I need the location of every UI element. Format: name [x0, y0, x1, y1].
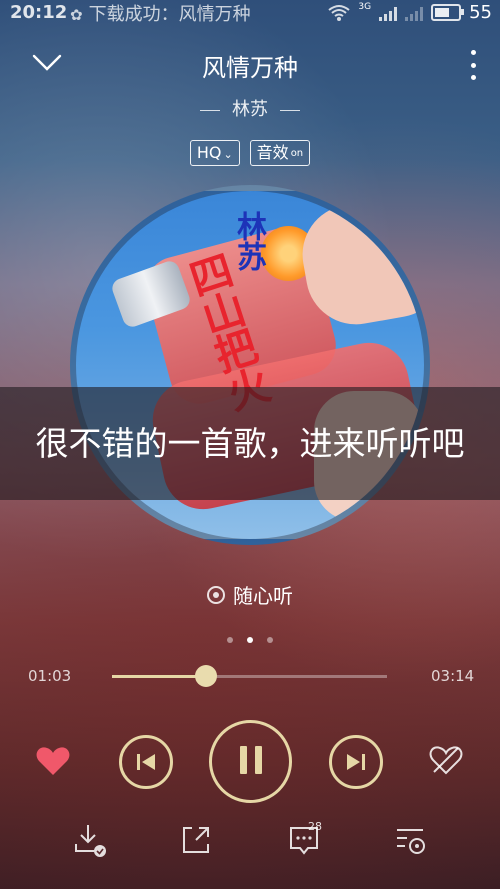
pause-icon — [236, 745, 266, 778]
progress-played — [112, 675, 206, 678]
effect-state: on — [290, 148, 304, 159]
page-dot — [267, 637, 273, 643]
status-time: 20:12 — [10, 2, 68, 23]
artist-row[interactable]: 林苏 — [0, 95, 500, 121]
playlist-icon — [397, 829, 425, 854]
badge-row: HQ ⌄ 音效 on — [0, 140, 500, 166]
total-time: 03:14 — [431, 667, 475, 685]
sound-effect-button[interactable]: 音效 on — [249, 140, 311, 166]
song-title: 风情万种 — [202, 54, 298, 82]
next-button[interactable] — [329, 735, 383, 789]
status-right: 3G 55 — [328, 2, 492, 23]
signal-icon — [379, 5, 398, 21]
status-bar: 20:12 ✿ 下载成功：风情万种 3G 55 — [0, 0, 500, 30]
download-button[interactable] — [72, 822, 108, 858]
comment-count: 28 — [308, 820, 322, 833]
page-dot-active — [247, 637, 253, 643]
wifi-icon — [328, 4, 351, 21]
next-icon — [347, 754, 365, 770]
heart-icon[interactable] — [36, 745, 70, 777]
share-button[interactable] — [178, 822, 214, 858]
artist-name: 林苏 — [232, 99, 268, 120]
bottom-toolbar — [0, 822, 500, 862]
radio-label: 随心听 — [233, 584, 293, 608]
progress-bar[interactable] — [112, 665, 387, 687]
share-icon — [183, 827, 209, 853]
signal2-icon — [405, 5, 424, 21]
download-icon — [75, 825, 106, 857]
more-vertical-icon[interactable] — [468, 50, 478, 80]
page-dot — [227, 637, 233, 643]
status-notification: ✿ 下载成功：风情万种 — [70, 0, 251, 26]
heart-broken-icon[interactable] — [428, 744, 464, 776]
quality-button[interactable]: HQ ⌄ — [189, 140, 240, 166]
previous-icon — [137, 754, 155, 770]
chevron-down-small-icon: ⌄ — [223, 148, 233, 161]
battery-icon — [431, 4, 465, 21]
radio-button[interactable]: 随心听 — [0, 580, 500, 609]
current-time: 01:03 — [28, 667, 72, 685]
artist-divider-left — [200, 109, 220, 111]
radio-icon — [207, 585, 225, 604]
pause-button[interactable] — [209, 720, 292, 803]
notification-icon: ✿ — [70, 6, 83, 24]
progress-knob[interactable] — [194, 665, 217, 687]
quality-label: HQ — [196, 143, 222, 162]
caption-banner: 很不错的一首歌，进来听听吧 — [0, 387, 500, 500]
status-notification-text: 下载成功：风情万种 — [88, 4, 251, 25]
battery-level: 55 — [469, 2, 492, 23]
artist-divider-right — [280, 109, 300, 111]
previous-button[interactable] — [119, 735, 173, 789]
network-label: 3G — [358, 2, 372, 12]
page-indicator — [0, 637, 500, 643]
effect-label: 音效 — [256, 143, 289, 162]
playlist-button[interactable] — [393, 822, 429, 858]
